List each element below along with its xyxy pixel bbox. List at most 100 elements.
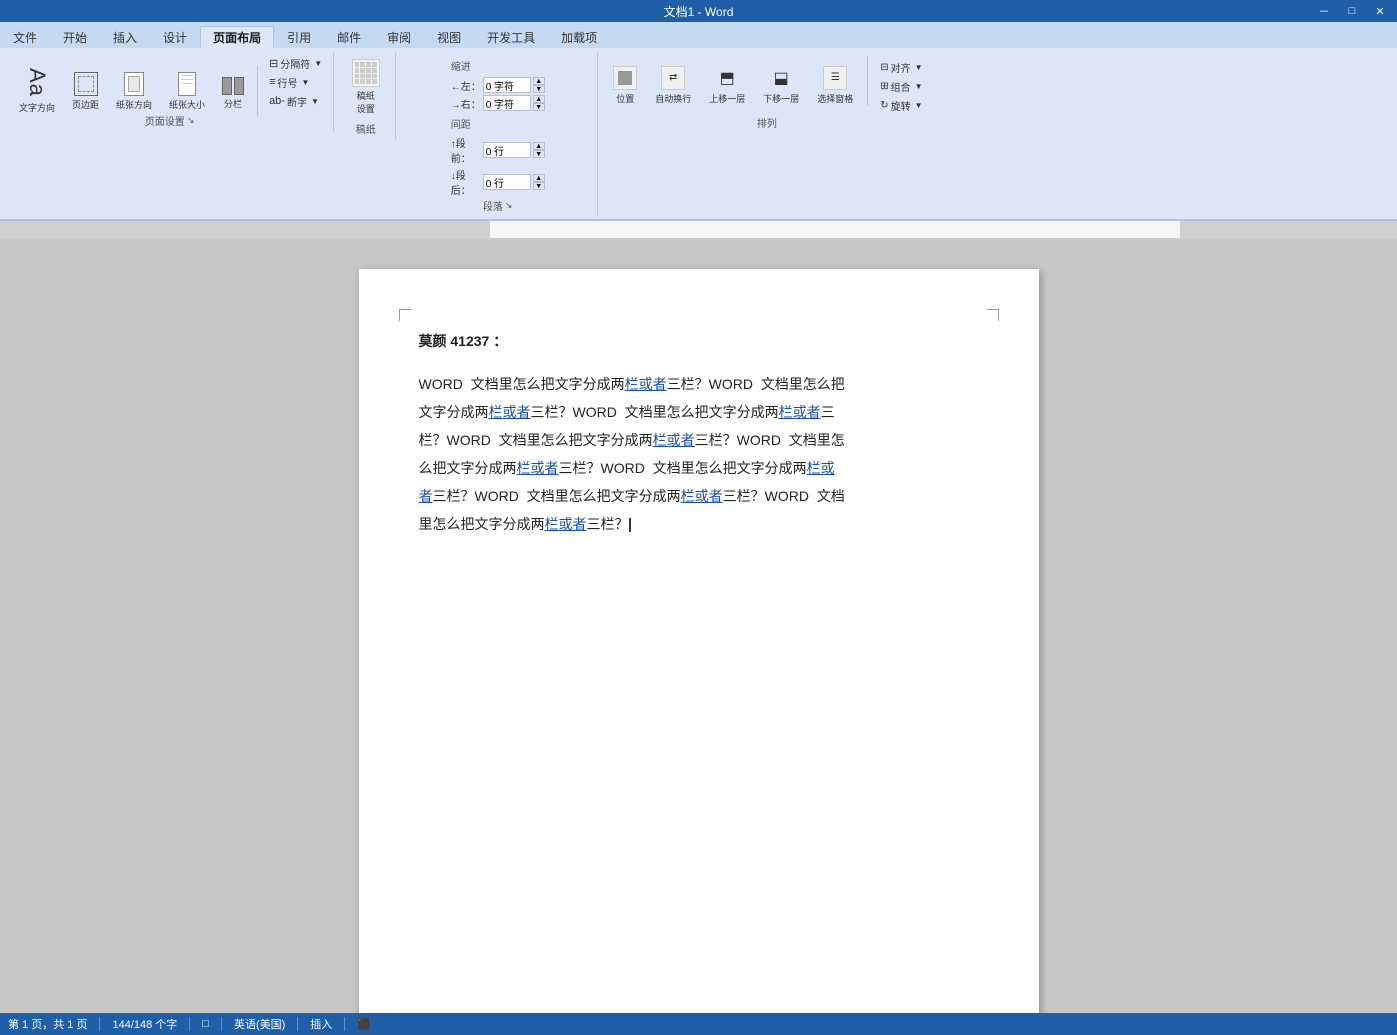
ribbon-group-arrange: 位置 ⇄ 自动换行 ⬒ 上移一层 ⬓ 下移一层	[600, 52, 933, 134]
tab-view[interactable]: 视图	[424, 26, 474, 48]
spacing-after-label: ↓段后：	[451, 167, 481, 197]
corner-mark-tl	[399, 309, 411, 321]
indent-right-input[interactable]: 0 字符	[483, 95, 531, 111]
breaks-button[interactable]: ⊟ 分隔符 ▼	[264, 54, 327, 72]
spacing-before-arrows: ▲ ▼	[533, 142, 545, 158]
indent-right-down[interactable]: ▼	[533, 103, 545, 111]
tab-references[interactable]: 引用	[274, 26, 324, 48]
link-7[interactable]: 者	[419, 488, 433, 504]
indent-expand[interactable]: ↘	[505, 200, 513, 211]
tab-insert[interactable]: 插入	[100, 26, 150, 48]
tab-layout[interactable]: 页面布局	[200, 26, 274, 48]
hyphenation-label: 断字	[287, 94, 307, 109]
hyphenation-button[interactable]: ab- 断字 ▼	[264, 92, 327, 110]
ruler	[0, 221, 1397, 239]
minimize-button[interactable]: －	[1311, 2, 1337, 20]
wrap-text-label: 自动换行	[655, 92, 691, 105]
indent-left-input[interactable]: 0 字符	[483, 77, 531, 93]
ribbon-group-page-setup: Aa 文字方向 页边距 纸张方向	[6, 52, 334, 132]
indent-header: 缩进	[451, 58, 545, 73]
paper-size-icon	[178, 72, 196, 96]
group-label: 组合	[891, 79, 911, 94]
main-area[interactable]: 莫颜 41237 ： WORD 文档里怎么把文字分成两栏或者三栏？WORD 文档…	[0, 239, 1397, 1013]
spacing-before-up[interactable]: ▲	[533, 142, 545, 150]
margins-label: 页边距	[72, 98, 99, 111]
document-body[interactable]: WORD 文档里怎么把文字分成两栏或者三栏？WORD 文档里怎么把 文字分成两栏…	[419, 370, 979, 538]
link-6[interactable]: 栏或	[807, 460, 835, 476]
link-2[interactable]: 栏或者	[489, 404, 531, 420]
line-numbers-arrow: ▼	[301, 78, 309, 87]
spacing-after-input[interactable]: 0 行	[483, 174, 531, 190]
wrap-text-button[interactable]: ⇄ 自动换行	[648, 56, 698, 114]
indent-right-up[interactable]: ▲	[533, 95, 545, 103]
macro-icon: ⬛	[357, 1018, 371, 1031]
link-4[interactable]: 栏或者	[653, 432, 695, 448]
close-button[interactable]: ✕	[1367, 2, 1393, 20]
separator-1	[257, 66, 258, 116]
status-sep-1	[99, 1017, 100, 1031]
spacing-before-label: ↑段前：	[451, 135, 481, 165]
link-5[interactable]: 栏或者	[517, 460, 559, 476]
bring-forward-button[interactable]: ⬒ 上移一层	[702, 56, 752, 114]
indent-left-down[interactable]: ▼	[533, 85, 545, 93]
paper-size-button[interactable]: 纸张大小	[162, 66, 212, 116]
text-direction-label: 文字方向	[19, 101, 55, 114]
margins-button[interactable]: 页边距	[65, 66, 106, 116]
bring-forward-label: 上移一层	[709, 92, 745, 105]
align-group-col: ⊟ 对齐 ▼ ⊞ 组合 ▼ ↻ 旋转 ▼	[875, 56, 927, 114]
selection-pane-button[interactable]: ☰ 选择窗格	[810, 56, 860, 114]
spacing-after-down[interactable]: ▼	[533, 182, 545, 190]
line-numbers-button[interactable]: ≡ 行号 ▼	[264, 73, 327, 91]
indent-left-up[interactable]: ▲	[533, 77, 545, 85]
spacing-after-up[interactable]: ▲	[533, 174, 545, 182]
corner-mark-tr	[987, 309, 999, 321]
send-backward-button[interactable]: ⬓ 下移一层	[756, 56, 806, 114]
language: 英语(美国)	[234, 1016, 285, 1032]
breaks-label: 分隔符	[280, 56, 310, 71]
columns-icon	[222, 73, 244, 95]
position-button[interactable]: 位置	[606, 56, 644, 114]
position-icon	[613, 66, 637, 90]
spacing-header: 间距	[451, 116, 545, 131]
tab-start[interactable]: 开始	[50, 26, 100, 48]
separator-2	[867, 56, 868, 106]
rotate-button[interactable]: ↻ 旋转 ▼	[875, 96, 927, 114]
word-count: 144/148 个字	[112, 1016, 177, 1032]
paper-size-label: 纸张大小	[169, 98, 205, 111]
tab-review[interactable]: 审阅	[374, 26, 424, 48]
link-1[interactable]: 栏或者	[625, 376, 667, 392]
spacing-before-row: ↑段前： 0 行 ▲ ▼	[451, 135, 545, 165]
selection-pane-icon: ☰	[823, 66, 847, 90]
breaks-group: ⊟ 分隔符 ▼ ≡ 行号 ▼ ab- 断字 ▼	[264, 54, 327, 128]
align-arrow: ▼	[915, 63, 923, 72]
link-3[interactable]: 栏或者	[779, 404, 821, 420]
align-label: 对齐	[891, 60, 911, 75]
bring-forward-icon: ⬒	[715, 66, 739, 90]
draft-settings-button[interactable]: 稿纸设置	[345, 54, 387, 120]
spacing-before-input[interactable]: 0 行	[483, 142, 531, 158]
spacing-after-arrows: ▲ ▼	[533, 174, 545, 190]
maximize-button[interactable]: □	[1339, 2, 1365, 20]
line-numbers-icon: ≡	[269, 76, 275, 88]
indent-right-label: →右：	[451, 96, 481, 111]
rotate-label: 旋转	[891, 98, 911, 113]
spacing-before-down[interactable]: ▼	[533, 150, 545, 158]
tab-design[interactable]: 设计	[150, 26, 200, 48]
link-8[interactable]: 栏或者	[681, 488, 723, 504]
rotate-arrow: ▼	[915, 101, 923, 110]
tab-file[interactable]: 文件	[0, 26, 50, 48]
columns-button[interactable]: 分栏	[215, 66, 251, 116]
tab-addons[interactable]: 加载项	[548, 26, 610, 48]
group-button[interactable]: ⊞ 组合 ▼	[875, 77, 927, 95]
tab-devtools[interactable]: 开发工具	[474, 26, 548, 48]
indent-title: 段落 ↘	[483, 198, 513, 213]
tab-mail[interactable]: 邮件	[324, 26, 374, 48]
link-9[interactable]: 栏或者	[545, 516, 587, 532]
columns-label: 分栏	[224, 97, 242, 110]
text-direction-button[interactable]: Aa 文字方向	[12, 63, 62, 119]
orientation-button[interactable]: 纸张方向	[109, 66, 159, 116]
align-button[interactable]: ⊟ 对齐 ▼	[875, 58, 927, 76]
page-setup-expand[interactable]: ↘	[187, 115, 195, 126]
hyphenation-icon: ab-	[269, 95, 285, 107]
align-icon: ⊟	[880, 62, 888, 73]
